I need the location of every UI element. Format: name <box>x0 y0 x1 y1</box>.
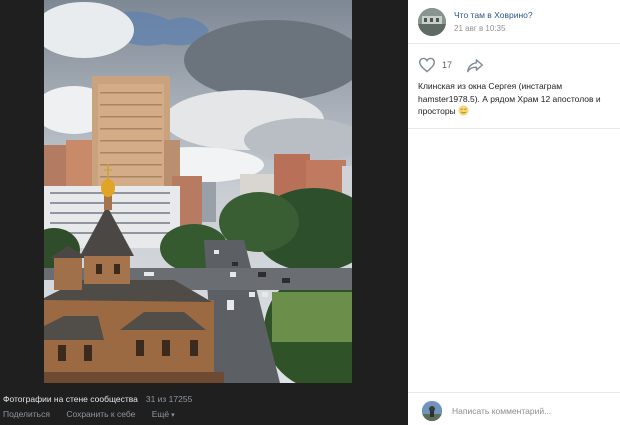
post-date[interactable]: 21 авг в 10:35 <box>454 24 505 33</box>
post-text: Клинская из окна Сергея (инстаграм hamst… <box>418 80 614 118</box>
comment-bar <box>408 392 620 425</box>
post-panel: Что там в Ховрино? 21 авг в 10:35 17 Кли… <box>408 0 620 425</box>
share-arrow-icon[interactable] <box>466 57 484 73</box>
user-avatar[interactable] <box>422 401 442 421</box>
comment-input[interactable] <box>452 403 612 419</box>
photo-actions: Поделиться Сохранить к себе Ещё ▾ <box>3 409 189 419</box>
post-text-body: Клинская из окна Сергея (инстаграм hamst… <box>418 81 601 116</box>
heart-icon[interactable] <box>418 57 436 73</box>
post-header: Что там в Ховрино? 21 авг в 10:35 <box>408 0 620 44</box>
more-label: Ещё <box>151 409 170 419</box>
divider <box>408 128 620 129</box>
post-reactions: 17 <box>418 56 484 74</box>
album-info: Фотографии на стене сообщества 31 из 1725… <box>3 394 192 404</box>
share-button[interactable]: Поделиться <box>3 409 50 419</box>
group-avatar[interactable] <box>418 8 446 36</box>
photo-counter: 31 из 17255 <box>145 394 193 404</box>
group-name-link[interactable]: Что там в Ховрино? <box>454 10 533 20</box>
save-button[interactable]: Сохранить к себе <box>66 409 135 419</box>
photo-viewer: Фотографии на стене сообщества 31 из 1725… <box>0 0 408 425</box>
smiling-face-emoji-icon <box>458 105 469 116</box>
more-button[interactable]: Ещё ▾ <box>152 409 175 419</box>
city-view-image <box>44 0 352 383</box>
viewer-footer: Фотографии на стене сообщества 31 из 1725… <box>0 392 408 425</box>
wall-photo[interactable] <box>44 0 352 383</box>
album-title[interactable]: Фотографии на стене сообщества <box>3 394 138 404</box>
chevron-down-icon: ▾ <box>171 412 175 419</box>
like-count: 17 <box>442 60 453 70</box>
